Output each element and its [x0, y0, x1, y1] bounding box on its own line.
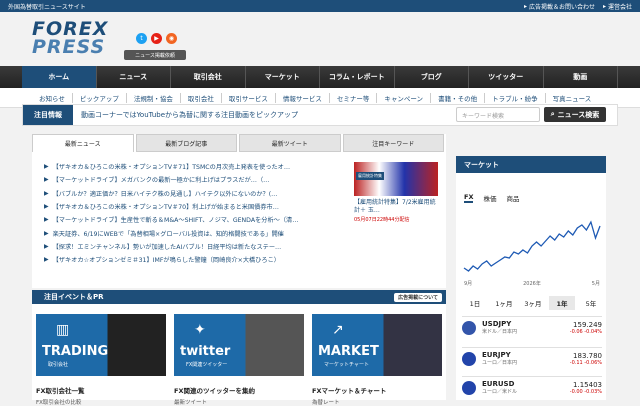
subnav-item[interactable]: お知らせ: [32, 92, 73, 103]
nav-twitter[interactable]: ツイッター: [469, 66, 544, 88]
market-chart: [463, 220, 601, 272]
nav-brokers[interactable]: 取引会社: [171, 66, 246, 88]
axis-label: 2026年: [523, 281, 541, 287]
tab-latest-tweets[interactable]: 最新ツイート: [239, 134, 341, 152]
period-3m[interactable]: 3ヶ月: [520, 296, 546, 310]
subnav-item[interactable]: 情報サービス: [276, 92, 330, 103]
news-item[interactable]: ▶ 【マーケットドライブ】生産性で斬る＆M&A〜SHIFT、ノジマ、GENDAを分…: [44, 213, 334, 226]
axis-label: 5月: [591, 281, 600, 287]
search-input[interactable]: キーワード検索: [456, 107, 540, 122]
nav-home[interactable]: ホーム: [22, 66, 97, 88]
card-market[interactable]: ↗ MARKET マーケットチャート FXマーケット＆チャート 為替レート: [312, 314, 442, 406]
global-nav: ホーム ニュース 取引会社 マーケット コラム・レポート ブログ ツイッター 動…: [0, 66, 640, 88]
chart-icon: ↗: [332, 322, 344, 338]
news-item[interactable]: ▶ 【マーケットドライブ】メガバンクの最新一極かに利上げはプラスだが…（…: [44, 173, 334, 186]
market-panel: マーケット FX 株価 商品 9月 2026年 5月 1日 1ヶ月 3ヶ月 1年…: [456, 156, 606, 400]
ad-contact-link[interactable]: ▸ 広告掲載＆お問い合わせ: [524, 2, 595, 11]
nav-column[interactable]: コラム・レポート: [320, 66, 395, 88]
tab-latest-news[interactable]: 最新ニュース: [32, 134, 134, 152]
arrow-icon: ▶: [44, 176, 49, 184]
news-item[interactable]: ▶ 【探求！エミンチャンネル】勢いが加速したAIバブル！日経平均は新たなステー…: [44, 240, 334, 253]
news-item[interactable]: ▶ 【ザキオカ☆オプションゼミ＃31】IMFが鳴らした警鐘（岡崎良介×大橋ひろこ）: [44, 253, 334, 266]
events-panel: 注目イベント＆PR 広告掲載について ▥ TRADING 取引会社 FX取引会社…: [32, 290, 446, 406]
search-button[interactable]: ⌕ ニュース検索: [544, 107, 606, 122]
bird-icon: ✦: [194, 322, 206, 338]
subnav-item[interactable]: 法規制・協会: [127, 92, 181, 103]
tab-commodities[interactable]: 商品: [506, 193, 519, 203]
featured-article[interactable]: 雇用統計特集 【雇用統計特集】7/2米雇用統計＋ 玉… 05月07日22時44分…: [354, 162, 438, 223]
nav-news[interactable]: ニュース: [97, 66, 171, 88]
youtube-icon[interactable]: ▶: [151, 33, 162, 44]
quote-row[interactable]: EURJPY ユーロ／日本円 183.780 -0.11 -0.06%: [462, 347, 602, 369]
header: FOREX PRESS t ▶ ◉ ニュース掲載依頼: [0, 12, 640, 66]
events-title: 注目イベント＆PR: [44, 293, 104, 301]
subnav-item[interactable]: 取引サービス: [222, 92, 276, 103]
rss-icon[interactable]: ◉: [166, 33, 177, 44]
nav-blog[interactable]: ブログ: [395, 66, 469, 88]
search-icon: ⌕: [550, 110, 555, 118]
market-title: マーケット: [456, 156, 606, 173]
subnav-item[interactable]: 写真ニュース: [546, 93, 599, 103]
top-bar: 外国為替取引ニュースサイト ▸ 広告掲載＆お問い合わせ ▸ 運営会社: [0, 0, 640, 12]
twitter-icon[interactable]: t: [136, 33, 147, 44]
flag-icon: [462, 320, 476, 335]
arrow-icon: ▶: [44, 189, 49, 197]
flag-icon: [462, 380, 476, 395]
subnav-item[interactable]: セミナー等: [330, 92, 378, 103]
logo[interactable]: FOREX PRESS: [32, 20, 112, 57]
tab-stocks[interactable]: 株価: [483, 193, 496, 203]
building-icon: ▥: [56, 322, 70, 338]
subnav-item[interactable]: ピックアップ: [73, 92, 127, 103]
flag-icon: [462, 351, 476, 366]
ad-info-button[interactable]: 広告掲載について: [394, 292, 442, 302]
period-1d[interactable]: 1日: [462, 296, 488, 310]
arrow-icon: ▶: [44, 256, 49, 264]
notice-tag: 注目情報: [23, 105, 73, 125]
axis-label: 9月: [464, 281, 473, 287]
card-twitter[interactable]: ✦ twitter FX関連ツイッター FX関連のツイッターを集約 最新ツイート: [174, 314, 304, 406]
subnav-item[interactable]: 書籍・その他: [431, 92, 486, 103]
arrow-icon: ▶: [44, 163, 49, 171]
quote-row[interactable]: USDJPY 米ドル／日本円 159.249 -0.06 -0.04%: [462, 316, 602, 338]
subnav-item[interactable]: キャンペーン: [377, 92, 432, 103]
subnav-item[interactable]: トラブル・紛争: [485, 92, 546, 103]
arrow-icon: ▶: [44, 229, 49, 237]
news-item[interactable]: ▶ 【ザキオカ＆ひろこの米株・オプションTV＃70】利上げが始まると米国債券市…: [44, 200, 334, 213]
featured-date: 05月07日22時44分配信: [354, 217, 410, 223]
subnav-item[interactable]: 取引会社: [181, 92, 222, 103]
news-item[interactable]: ▶ 楽天証券、6/19にWEBで「為替相場×グローバル投資は、知的格闘技である」開…: [44, 226, 334, 239]
news-item[interactable]: ▶ 【ザキオカ＆ひろこの米株・オプションTV＃71】TSMCの月次売上発表を使った…: [44, 160, 334, 173]
featured-title[interactable]: 【雇用統計特集】7/2米雇用統計＋ 玉…: [354, 199, 438, 215]
company-link[interactable]: ▸ 運営会社: [603, 2, 632, 11]
card-trading[interactable]: ▥ TRADING 取引会社 FX取引会社一覧 FX取引会社の比較: [36, 314, 166, 406]
featured-image: 雇用統計特集: [354, 162, 438, 196]
period-1m[interactable]: 1ヶ月: [491, 296, 517, 310]
arrow-icon: ▶: [44, 216, 49, 224]
tab-latest-blog[interactable]: 最新ブログ記事: [135, 134, 237, 152]
news-item[interactable]: ▶ 【バブルか？適正価か？日米ハイテク株の見通し】ハイテク以外にないのか？(…: [44, 187, 334, 200]
nav-market[interactable]: マーケット: [246, 66, 320, 88]
period-1y[interactable]: 1年: [549, 296, 575, 310]
tab-keywords[interactable]: 注目キーワード: [342, 134, 444, 152]
quote-row[interactable]: EURUSD ユーロ／米ドル 1.15403 -0.00 -0.03%: [462, 376, 602, 398]
chart-line: [463, 220, 601, 272]
tab-fx[interactable]: FX: [464, 193, 474, 203]
nav-video[interactable]: 動画: [544, 66, 618, 88]
arrow-icon: ▶: [44, 242, 49, 250]
period-5y[interactable]: 5年: [578, 296, 604, 310]
site-tagline: 外国為替取引ニュースサイト: [8, 3, 86, 11]
news-panel: 最新ニュース 最新ブログ記事 最新ツイート 注目キーワード ▶ 【ザキオカ＆ひろこ…: [32, 134, 446, 288]
news-request-button[interactable]: ニュース掲載依頼: [124, 50, 186, 60]
arrow-icon: ▶: [44, 203, 49, 211]
